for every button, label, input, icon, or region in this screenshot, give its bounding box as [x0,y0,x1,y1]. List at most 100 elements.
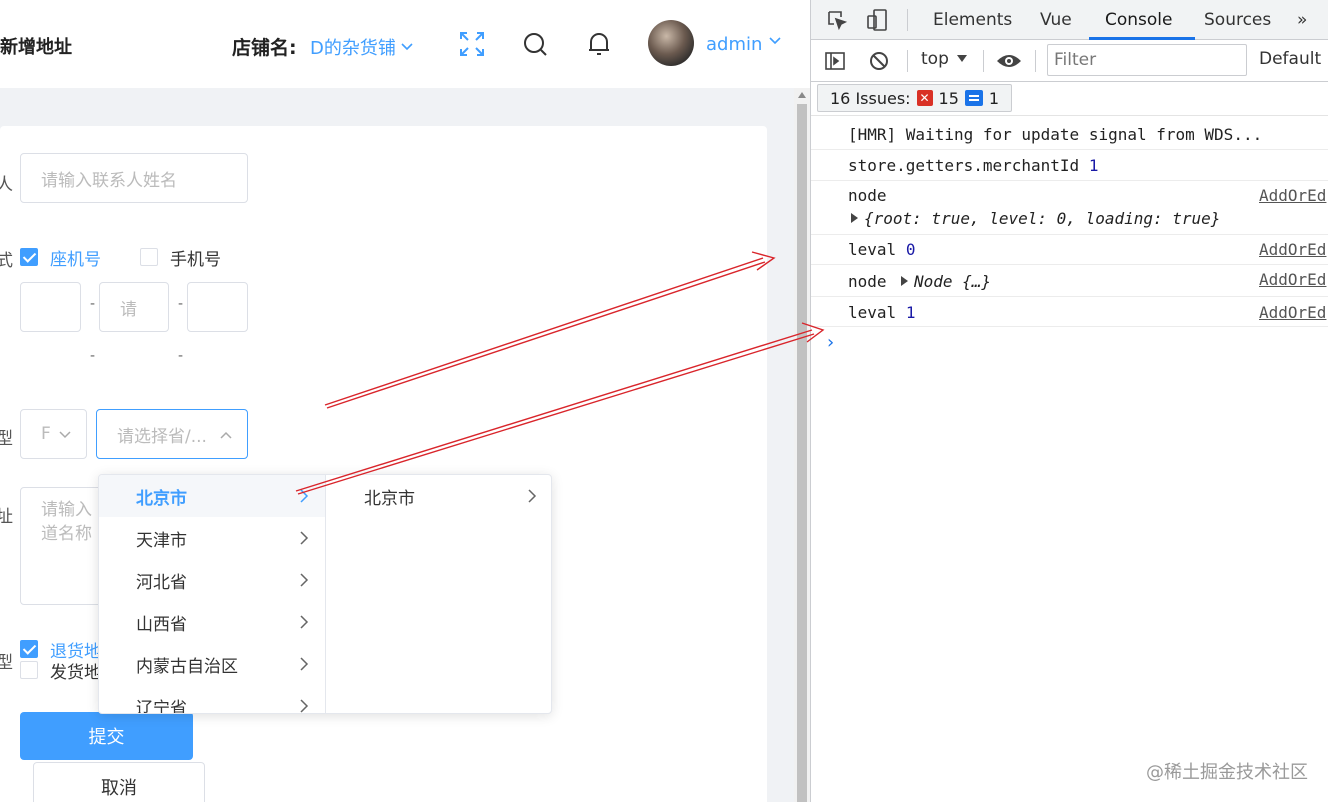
cancel-button[interactable]: 取消 [33,762,205,802]
log-source-link[interactable]: AddOrEd [1259,270,1326,289]
inspect-element-icon[interactable] [825,8,849,32]
phone-number-input[interactable]: 请 [99,282,169,332]
cascader-option[interactable]: 北京市 [327,475,551,517]
shop-name: D的杂货铺 [310,38,396,59]
user-name[interactable]: admin [706,34,762,55]
chevron-right-icon [300,615,309,629]
ship-address-label[interactable]: 发货地 [50,658,101,683]
shop-switcher[interactable]: D的杂货铺 [310,34,414,60]
ship-address-checkbox[interactable] [20,661,38,679]
chevron-down-icon [401,43,413,51]
cascader-option-label: 河北省 [136,572,187,593]
phone-dash: - [90,296,96,312]
scroll-up-icon[interactable] [798,92,806,98]
phone-number-hint: 请 [120,299,137,320]
log-levels-dropdown[interactable]: Default le [1259,49,1328,69]
cascader-option[interactable]: 北京市 [99,475,325,517]
cascader-option[interactable]: 辽宁省 [99,685,325,714]
toolbar-divider [983,50,984,72]
chevron-right-icon [528,489,537,503]
form-label-address: 址 [0,507,13,527]
landline-checkbox[interactable] [20,248,38,266]
issues-bar: 16 Issues: ✕ 15 1 [811,82,1328,116]
form-label-address-type: 型 [0,653,13,673]
contact-name-input[interactable]: 请输入联系人姓名 [20,153,248,203]
log-message: [HMR] Waiting for update signal from WDS… [848,125,1263,144]
tab-vue[interactable]: Vue [1040,10,1072,30]
scrollbar-thumb[interactable] [797,104,807,802]
more-tabs-icon[interactable]: » [1297,10,1307,30]
console-log-entry: leval 0 AddOrEd [811,235,1328,265]
region-type-select[interactable]: F [20,409,87,459]
tab-elements[interactable]: Elements [933,10,1012,30]
log-source-link[interactable]: AddOrEd [1259,240,1326,259]
cascader-option-label: 辽宁省 [136,698,187,714]
log-value: 0 [905,240,916,259]
console-log-entry: node AddOrEd {root: true, level: 0, load… [811,181,1328,235]
console-prompt[interactable]: › [825,332,836,353]
object-preview: Node {…} [914,272,992,291]
search-icon[interactable] [521,30,549,58]
caret-down-icon [956,55,967,62]
cascader-option[interactable]: 天津市 [99,517,325,559]
show-sidebar-icon[interactable] [823,49,847,73]
chevron-right-icon [300,531,309,545]
log-message: store.getters.merchantId [848,156,1080,175]
landline-label[interactable]: 座机号 [50,245,101,270]
mobile-label[interactable]: 手机号 [170,245,221,270]
expand-triangle-icon[interactable] [901,276,908,286]
fullscreen-icon[interactable] [457,29,487,59]
expandable-object[interactable]: {root: true, level: 0, loading: true} [851,209,1220,228]
log-source-link[interactable]: AddOrEd [1259,186,1326,205]
clear-console-icon[interactable] [867,49,891,73]
submit-button[interactable]: 提交 [20,712,193,760]
console-log-entry: [HMR] Waiting for update signal from WDS… [811,118,1328,150]
tab-console[interactable]: Console [1105,10,1173,30]
console-log-entry: store.getters.merchantId 1 [811,150,1328,181]
device-toolbar-icon[interactable] [865,7,889,33]
form-label-contact: 人 [0,175,13,195]
avatar[interactable] [648,20,694,66]
area-code-input[interactable] [20,282,81,332]
cascader-option-label: 北京市 [364,488,415,509]
log-message: leval [848,240,897,259]
cascader-option[interactable]: 山西省 [99,601,325,643]
page-scrollbar[interactable] [794,88,810,802]
chevron-down-icon[interactable] [768,36,782,46]
region-cascader-input[interactable]: 请选择省/... [96,409,248,459]
chevron-down-icon [59,431,71,439]
region-type-value: F [41,424,51,444]
object-preview: {root: true, level: 0, loading: true} [864,209,1221,228]
expandable-object[interactable]: Node {…} [901,272,991,291]
context-selector[interactable]: top [921,49,967,69]
tab-sources[interactable]: Sources [1204,10,1271,30]
log-message: node [848,272,887,291]
mobile-checkbox[interactable] [140,248,158,266]
issues-error-count: 15 [938,88,959,108]
extension-input[interactable] [187,282,248,332]
cascader-column-city: 北京市 [327,475,551,713]
log-source-link[interactable]: AddOrEd [1259,303,1326,322]
bell-icon[interactable] [585,30,613,58]
chevron-right-icon [300,657,309,671]
cascader-option[interactable]: 内蒙古自治区 [99,643,325,685]
issues-button[interactable]: 16 Issues: ✕ 15 1 [817,84,1013,112]
expand-triangle-icon[interactable] [851,213,858,223]
info-icon [964,90,983,106]
toolbar-divider [907,50,908,72]
devtools-panel: Elements Vue Console Sources » top Filte… [810,0,1328,802]
page-title: 新增地址 [0,37,72,58]
return-address-checkbox[interactable] [20,640,38,658]
console-log-entry: leval 1 AddOrEd [811,297,1328,327]
web-app: 新增地址 店铺名: D的杂货铺 admin 人 请输入联系人姓名 式 座机号 手… [0,0,794,802]
console-filter-input[interactable]: Filter [1047,44,1247,76]
eye-icon[interactable] [995,49,1023,73]
cascader-column-province: 北京市 天津市 河北省 山西省 内蒙古自治区 辽宁省 [99,475,326,714]
log-message: leval [848,303,897,322]
chevron-up-icon [220,431,232,439]
console-log-entry: node Node {…} AddOrEd [811,265,1328,297]
cascader-option[interactable]: 河北省 [99,559,325,601]
contact-name-placeholder: 请输入联系人姓名 [41,170,177,191]
address-placeholder-line1: 请输入 [41,500,92,520]
watermark: @稀土掘金技术社区 [1146,762,1308,783]
